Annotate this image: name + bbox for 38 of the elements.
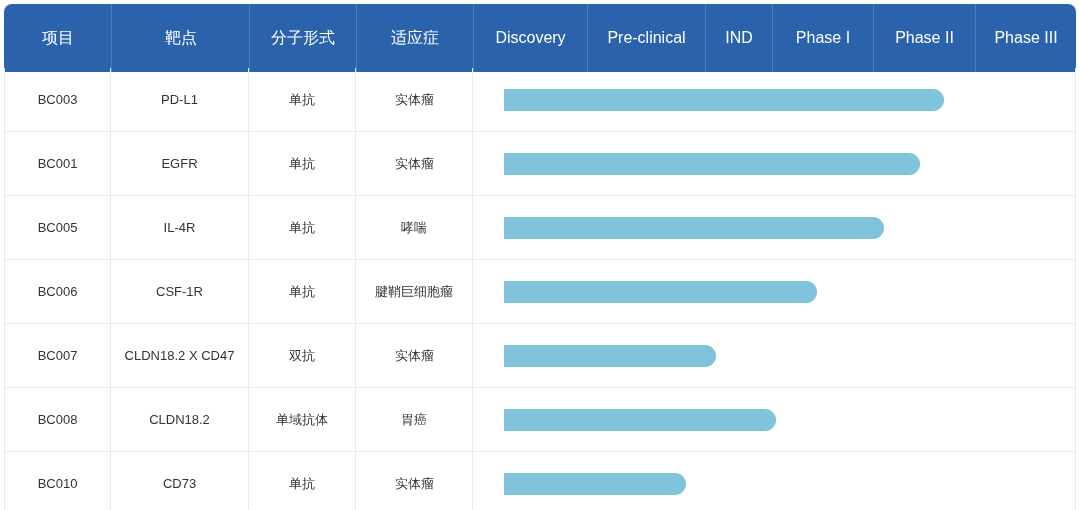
- table-cell: PD-L1: [111, 68, 249, 132]
- table-cell: BC003: [4, 68, 111, 132]
- column-header: Phase III: [975, 4, 1076, 72]
- table-cell: BC010: [4, 452, 111, 510]
- table-cell: CD73: [111, 452, 249, 510]
- table-cell: BC007: [4, 324, 111, 388]
- table-cell: 单抗: [249, 452, 356, 510]
- table-cell: 单抗: [249, 196, 356, 260]
- column-header: Phase I: [772, 4, 873, 72]
- table-cell: CSF-1R: [111, 260, 249, 324]
- table-cell: CLDN18.2: [111, 388, 249, 452]
- table-cell: 实体瘤: [356, 132, 473, 196]
- table-cell: BC006: [4, 260, 111, 324]
- column-header: IND: [705, 4, 772, 72]
- column-header: 靶点: [111, 4, 249, 72]
- column-header: 分子形式: [249, 4, 356, 72]
- table-cell: IL-4R: [111, 196, 249, 260]
- table-cell: BC008: [4, 388, 111, 452]
- table-cell: 双抗: [249, 324, 356, 388]
- table-cell: BC001: [4, 132, 111, 196]
- column-header: Discovery: [473, 4, 587, 72]
- table-cell: 哮喘: [356, 196, 473, 260]
- column-header: Pre-clinical: [587, 4, 705, 72]
- table-cell: 实体瘤: [356, 324, 473, 388]
- table-cell: CLDN18.2 X CD47: [111, 324, 249, 388]
- table-cell: EGFR: [111, 132, 249, 196]
- table-cell: 单抗: [249, 68, 356, 132]
- table-cell: BC005: [4, 196, 111, 260]
- column-header: 适应症: [356, 4, 473, 72]
- table-cell: 单域抗体: [249, 388, 356, 452]
- table-cell: 腱鞘巨细胞瘤: [356, 260, 473, 324]
- table-cell: 实体瘤: [356, 68, 473, 132]
- table-cell: 实体瘤: [356, 452, 473, 510]
- table-cell: 单抗: [249, 132, 356, 196]
- table-cell: 单抗: [249, 260, 356, 324]
- column-header: Phase II: [873, 4, 975, 72]
- column-header: 项目: [4, 4, 111, 72]
- table-cell: 胃癌: [356, 388, 473, 452]
